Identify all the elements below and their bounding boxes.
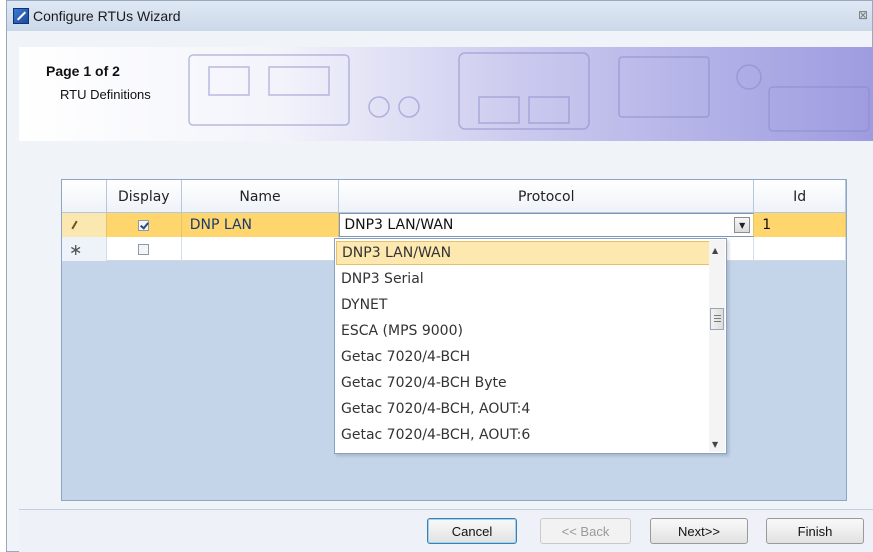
dropdown-option[interactable]: Getac 7020/4-BCH, AOUT:6 [336,423,710,447]
scroll-thumb[interactable] [710,308,724,330]
banner-decoration [188,52,870,132]
page-indicator: Page 1 of 2 [46,63,120,79]
page-subtitle: RTU Definitions [60,87,151,102]
wizard-icon [13,8,29,24]
wizard-banner: Page 1 of 2 RTU Definitions [19,47,873,141]
back-button[interactable]: << Back [540,518,631,544]
column-header-name[interactable]: Name [182,180,340,213]
scroll-down-icon[interactable]: ▼ [712,440,718,449]
dropdown-option[interactable]: DYNET [336,293,710,317]
star-icon: ∗ [69,239,83,259]
window-title: Configure RTUs Wizard [33,8,181,24]
wizard-footer: Cancel << Back Next>> Finish [19,509,873,552]
dropdown-scrollbar[interactable]: ▲ ▼ [709,240,725,452]
cancel-button[interactable]: Cancel [427,518,517,544]
dropdown-option[interactable]: Getac 7020/4-BCH, AOUT:4 [336,397,710,421]
column-header-display[interactable]: Display [107,180,182,213]
row-selector[interactable]: ∗ [62,237,107,261]
grid-header: Display Name Protocol Id [62,180,846,213]
close-icon[interactable]: ⊠ [858,8,868,22]
row-selector[interactable] [62,213,107,237]
chevron-down-icon[interactable]: ▼ [734,217,751,233]
column-header-id[interactable]: Id [754,180,846,213]
next-button[interactable]: Next>> [650,518,748,544]
protocol-combobox[interactable]: DNP3 LAN/WAN ▼ [339,213,755,237]
name-cell[interactable]: DNP LAN [182,213,340,237]
protocol-dropdown-list[interactable]: DNP3 LAN/WAN DNP3 Serial DYNET ESCA (MPS… [334,238,727,454]
display-checkbox[interactable] [138,243,150,255]
pencil-icon [71,220,78,230]
display-checkbox[interactable] [138,219,150,231]
column-header-protocol[interactable]: Protocol [339,180,755,213]
display-cell[interactable] [107,237,182,261]
name-cell[interactable] [182,237,340,261]
id-cell[interactable] [754,237,847,261]
header-row-selector [62,180,107,213]
protocol-value: DNP3 LAN/WAN [344,217,454,233]
id-cell[interactable]: 1 [754,213,847,237]
dropdown-option[interactable]: DNP3 Serial [336,267,710,291]
dropdown-option[interactable]: Getac 7020/4-BCH Byte [336,371,710,395]
scroll-up-icon[interactable]: ▲ [712,246,718,255]
finish-button[interactable]: Finish [766,518,864,544]
display-cell[interactable] [107,213,182,237]
title-bar: Configure RTUs Wizard ⊠ [7,1,872,31]
dropdown-option[interactable]: ESCA (MPS 9000) [336,319,710,343]
table-row[interactable]: DNP LAN DNP3 LAN/WAN ▼ 1 [62,213,847,237]
dropdown-option[interactable]: DNP3 LAN/WAN [336,241,710,265]
dropdown-option[interactable]: Getac 7020/4-BCH [336,345,710,369]
